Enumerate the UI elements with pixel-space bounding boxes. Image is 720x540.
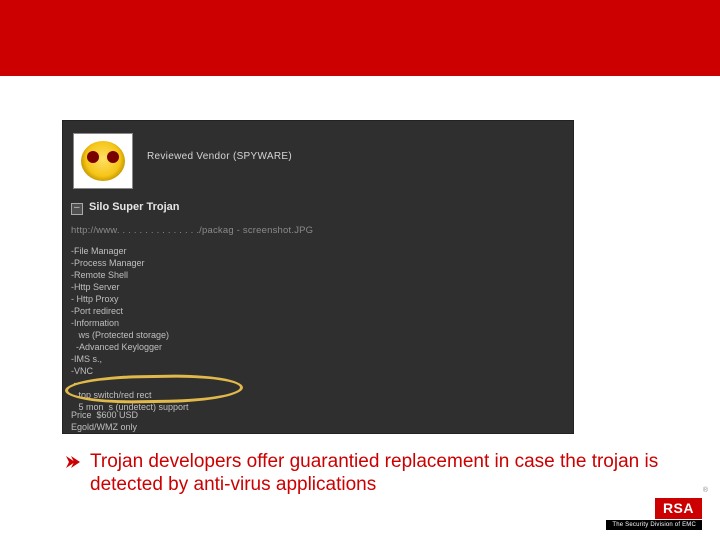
bullet-row: Trojan developers offer guarantied repla… — [66, 450, 680, 496]
arrow-bullet-icon — [66, 455, 80, 473]
emoji-devil-icon — [81, 141, 125, 181]
forum-screenshot: Reviewed Vendor (SPYWARE) Silo Super Tro… — [62, 120, 574, 434]
slide-title: Crimeware Ecosystem – Organized Crime — [34, 10, 454, 36]
product-title: Silo Super Trojan — [89, 201, 179, 213]
avatar — [73, 133, 133, 189]
slide: Crimeware Ecosystem – Organized Crime Re… — [0, 0, 720, 540]
price-block: Price $600 USD Egold/WMZ only Escrow Acc… — [71, 409, 209, 434]
bullet-text: Trojan developers offer guarantied repla… — [90, 450, 680, 496]
screenshot-url: http://www. . . . . . . . . . . . . . ./… — [71, 225, 313, 236]
collapse-icon — [71, 203, 83, 215]
rsa-logo: RSA — [655, 498, 702, 519]
bullet-area: Trojan developers offer guarantied repla… — [66, 450, 680, 496]
rsa-tagline: The Security Division of EMC — [606, 520, 702, 530]
trademark-symbol: ® — [703, 487, 708, 494]
logo-area: RSA The Security Division of EMC — [606, 498, 702, 530]
vendor-label: Reviewed Vendor (SPYWARE) — [147, 151, 292, 162]
